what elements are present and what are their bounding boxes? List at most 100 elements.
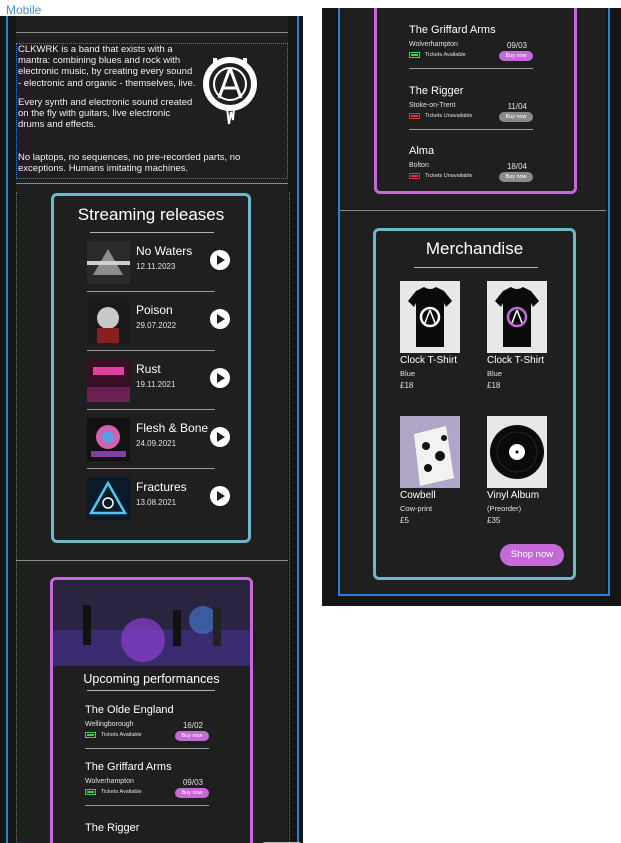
ticket-icon	[409, 52, 420, 58]
buy-now-button[interactable]: Buy now	[499, 51, 533, 61]
venue-city: Wolverhampton	[85, 778, 134, 785]
ticket-status: Tickets Available	[425, 52, 466, 58]
merch-price: £18	[487, 381, 501, 390]
release-item[interactable]: Rust 19.11.2021	[87, 359, 230, 410]
about-section: CLKWRK is a band that exists with a mant…	[16, 43, 288, 179]
ticket-status: Tickets Unavailable	[425, 113, 473, 119]
ticket-status: Tickets Available	[101, 789, 142, 795]
venue-city: Wellingborough	[85, 721, 134, 728]
release-name: No Waters	[136, 244, 193, 258]
buy-now-button[interactable]: Buy now	[499, 172, 533, 182]
divider	[87, 409, 215, 410]
merch-price: £35	[487, 516, 501, 525]
divider	[87, 291, 215, 292]
merch-variant: Blue	[487, 369, 503, 378]
divider	[85, 748, 209, 749]
mobile-frame-right: The Griffard Arms Wolverhampton 09/03 Ti…	[322, 8, 621, 606]
upcoming-performances-card: The Griffard Arms Wolverhampton 09/03 Ti…	[374, 8, 577, 194]
ticket-status: Tickets Available	[101, 732, 142, 738]
band-logo	[203, 57, 257, 125]
merch-variant: (Preorder)	[487, 504, 522, 513]
play-icon[interactable]	[210, 368, 230, 388]
frame-label: Mobile	[6, 3, 42, 17]
venue-name: The Rigger	[85, 822, 140, 834]
ticket-icon	[409, 113, 420, 119]
divider	[409, 68, 533, 69]
merch-price: £18	[400, 381, 414, 390]
divider	[409, 129, 533, 130]
venue-date: 11/04	[507, 102, 527, 111]
divider	[85, 805, 209, 806]
merch-name: Clock T-Shirt	[400, 355, 458, 366]
upcoming-performances-card: Upcoming performances The Olde England W…	[50, 577, 253, 843]
album-art	[87, 241, 130, 284]
merch-variant: Cow-print	[400, 504, 433, 513]
tshirt-image	[487, 281, 547, 353]
ticket-status: Tickets Unavailable	[425, 173, 473, 179]
release-item[interactable]: Poison 29.07.2022	[87, 300, 230, 351]
shop-now-button[interactable]: Shop now	[500, 544, 564, 566]
tshirt-image	[400, 281, 460, 353]
release-item[interactable]: Flesh & Bone 24.09.2021	[87, 418, 230, 469]
merch-title: Merchandise	[425, 239, 524, 258]
buy-now-button[interactable]: Buy now	[499, 112, 533, 122]
venue-date: 09/03	[182, 778, 203, 787]
venue-name: The Griffard Arms	[85, 761, 172, 773]
divider	[87, 350, 215, 351]
streaming-title: Streaming releases	[77, 205, 225, 224]
title-underline	[90, 232, 214, 233]
album-art	[87, 477, 130, 520]
release-date: 12.11.2023	[136, 262, 176, 271]
release-name: Flesh & Bone	[136, 421, 209, 435]
about-paragraph-1: CLKWRK is a band that exists with a mant…	[18, 44, 196, 89]
venue-name: The Olde England	[85, 704, 174, 716]
merchandise-card: Merchandise Clock T-Shirt Blue £18 Clock…	[373, 228, 576, 580]
play-icon[interactable]	[210, 486, 230, 506]
ticket-icon	[85, 789, 96, 795]
venue-city: Wolverhampton	[409, 41, 458, 48]
play-icon[interactable]	[210, 309, 230, 329]
release-name: Rust	[136, 362, 161, 376]
play-icon[interactable]	[210, 250, 230, 270]
venue-date: 16/02	[182, 721, 203, 730]
ticket-icon	[85, 732, 96, 738]
venue-name: The Griffard Arms	[409, 24, 496, 36]
merch-price: £5	[400, 516, 409, 525]
release-name: Fractures	[136, 480, 187, 494]
release-date: 19.11.2021	[136, 380, 176, 389]
album-art	[87, 359, 130, 402]
vinyl-image	[487, 416, 547, 488]
about-closing: No laptops, no sequences, no pre-recorde…	[18, 152, 241, 175]
buy-now-button[interactable]: Buy now	[175, 731, 209, 741]
merch-variant: Blue	[400, 369, 416, 378]
venue-date: 18/04	[506, 162, 527, 171]
release-date: 24.09.2021	[136, 439, 177, 448]
merch-name: Clock T-Shirt	[487, 355, 545, 366]
release-date: 29.07.2022	[136, 321, 177, 330]
release-date: 13.08.2021	[136, 498, 177, 507]
venue-city: Stoke-on-Trent	[409, 102, 456, 109]
divider	[16, 183, 288, 184]
divider	[340, 210, 606, 211]
ticket-icon	[409, 173, 420, 179]
venue-date: 09/03	[506, 41, 527, 50]
buy-now-button[interactable]: Buy now	[175, 788, 209, 798]
performances-title: Upcoming performances	[83, 672, 220, 686]
concert-photo	[53, 580, 250, 666]
release-item[interactable]: Fractures 13.08.2021	[87, 477, 230, 525]
about-paragraph-2: Every synth and electronic sound created…	[18, 96, 193, 131]
venue-name: The Rigger	[409, 85, 464, 97]
divider	[16, 32, 288, 33]
album-art	[87, 418, 130, 461]
cowbell-image	[400, 416, 460, 488]
release-item[interactable]: No Waters 12.11.2023	[87, 241, 230, 292]
merch-name: Cowbell	[400, 490, 436, 501]
release-name: Poison	[136, 303, 173, 317]
venue-name: Alma	[409, 145, 435, 157]
mobile-frame-left: CLKWRK is a band that exists with a mant…	[0, 16, 303, 843]
divider	[16, 560, 288, 561]
album-art	[87, 300, 130, 343]
streaming-releases-card: Streaming releases No Waters 12.11.2023 …	[51, 193, 251, 543]
divider	[87, 468, 215, 469]
play-icon[interactable]	[210, 427, 230, 447]
